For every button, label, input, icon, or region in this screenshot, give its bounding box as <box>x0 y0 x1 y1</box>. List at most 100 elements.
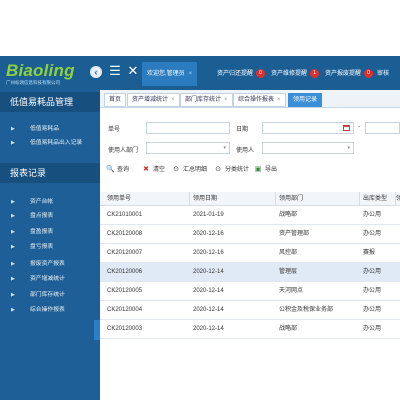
table-row[interactable]: CK20120008 2020-12-16 资产管理部 办公用 <box>100 225 400 244</box>
sidebar-item-consumables-log[interactable]: ▶ 低值易耗品出入记录 <box>0 136 100 150</box>
nav-tab-label: 审核 <box>377 71 390 77</box>
nav-tab-label: 资产维修提醒 <box>271 71 308 77</box>
cell-dept: 天河网点 <box>279 288 304 294</box>
search-icon: 🔍 <box>106 166 115 173</box>
chevron-down-icon: ▾ <box>347 145 350 151</box>
export-button[interactable]: ▣ 导出 <box>254 164 277 176</box>
sidebar-item-label: 盘点报表 <box>30 213 54 219</box>
nav-tab-return-reminder[interactable]: 资产归还提醒 0 <box>212 62 270 86</box>
cell-dept: 管理层 <box>279 269 298 275</box>
summary-detail-button[interactable]: ⊙ 汇总明细 <box>172 164 207 176</box>
close-icon[interactable]: × <box>224 97 228 103</box>
close-icon[interactable]: × <box>189 71 193 77</box>
export-label: 导出 <box>265 167 278 173</box>
cell-order-no: CK20120008 <box>107 231 143 237</box>
close-icon[interactable]: ✕ <box>126 64 140 78</box>
cell-dept: 公积金及税保业务部 <box>279 307 334 313</box>
arrow-right-icon: ▶ <box>11 307 15 313</box>
nav-tab-label: 资产归还提醒 <box>217 71 254 77</box>
order-no-input[interactable] <box>146 122 230 134</box>
arrow-right-icon: ▶ <box>11 199 15 205</box>
tab-home[interactable]: 首页 <box>104 93 127 107</box>
col-header-out-type[interactable]: 出库类型 <box>360 192 396 206</box>
arrow-right-icon: ▶ <box>11 292 15 298</box>
cell-order-no: CK20120005 <box>107 288 143 294</box>
sidebar-item-inventory-report[interactable]: ▶ 盘点报表 <box>0 209 100 223</box>
export-icon: ▣ <box>254 166 262 173</box>
sidebar-item-dept-stock-stats[interactable]: ▶ 部门库存统计 <box>0 288 100 302</box>
cell-dept: 战略部 <box>279 212 298 218</box>
arrow-right-icon: ▶ <box>11 140 15 146</box>
nav-tab-scrap-reminder[interactable]: 资产报废提醒 0 <box>320 62 378 86</box>
nav-tab-welcome[interactable]: 欢迎您,管理员 × <box>142 62 198 86</box>
tab-label: 领用记录 <box>293 97 318 103</box>
table-row[interactable]: CK21010001 2021-01-19 战略部 办公用 <box>100 206 400 225</box>
sidebar-item-label: 低值易耗品 <box>30 126 59 132</box>
sidebar-item-asset-change-stats[interactable]: ▶ 资产增减统计 <box>0 272 100 286</box>
clear-button[interactable]: ✖ 清空 <box>142 164 165 176</box>
sidebar-item-label: 资产台帐 <box>30 199 54 205</box>
date-start-input[interactable] <box>262 122 354 134</box>
close-icon[interactable]: × <box>171 97 175 103</box>
tab-label: 首页 <box>109 97 122 103</box>
logo-subtitle: 广州标领信息科技有限公司 <box>6 80 60 85</box>
category-stats-button[interactable]: ⊙ 分类统计 <box>214 164 249 176</box>
cell-out-type: 办公用 <box>363 212 382 218</box>
cell-order-no: CK20120006 <box>107 269 143 275</box>
nav-tab-label: 欢迎您,管理员 <box>147 71 185 77</box>
cell-out-type: 办公用 <box>363 231 382 237</box>
clear-icon: ✖ <box>143 166 149 173</box>
sidebar-item-asset-ledger[interactable]: ▶ 资产台帐 <box>0 195 100 209</box>
calendar-icon[interactable] <box>343 125 350 131</box>
tab-operations-report[interactable]: 综合操作报表 × <box>233 93 286 107</box>
cell-order-no: CK20120003 <box>107 326 143 332</box>
date-end-input[interactable] <box>365 122 400 134</box>
query-button[interactable]: 🔍 查询 <box>106 164 129 176</box>
nav-tab-label: 资产报废提醒 <box>325 71 362 77</box>
summary-label: 汇总明细 <box>183 167 208 173</box>
nav-tab-audit[interactable]: 审核 <box>372 62 394 86</box>
logo-text: Biaoling <box>6 61 75 80</box>
tab-label: 资产增减统计 <box>132 97 169 103</box>
sidebar-item-label: 部门库存统计 <box>30 292 65 298</box>
table-row[interactable]: CK20120004 2020-12-14 公积金及税保业务部 办公用 <box>100 301 400 320</box>
sidebar-item-label: 低值易耗品出入记录 <box>30 140 83 146</box>
sidebar-item-scrap-report[interactable]: ▶ 报废资产报表 <box>0 257 100 271</box>
logo: Biaoling 广州标领信息科技有限公司 <box>6 61 86 85</box>
sidebar-item-consumables[interactable]: ▶ 低值易耗品 <box>0 122 100 136</box>
close-icon[interactable]: × <box>277 97 281 103</box>
sidebar-item-label: 报废资产报表 <box>30 261 65 267</box>
menu-icon[interactable]: ☰ <box>108 64 122 78</box>
table-row[interactable]: CK20120003 2020-12-14 战略部 办公用 <box>100 320 400 339</box>
table-row[interactable]: CK20120007 2020-12-16 风控部 赛报 <box>100 244 400 263</box>
col-header-date[interactable]: 领用日期 <box>190 192 276 206</box>
back-icon[interactable]: ‹ <box>90 66 102 78</box>
col-header-next[interactable]: 领 <box>396 192 400 206</box>
col-header-order-no[interactable]: 领用单号 <box>104 192 190 206</box>
sidebar-item-operations-report[interactable]: ▶ 综合操作报表 <box>0 303 100 317</box>
sidebar-item-loss-report[interactable]: ▶ 盘亏报表 <box>0 240 100 254</box>
tab-usage-records[interactable]: 领用记录 <box>288 93 323 107</box>
tab-asset-change-stats[interactable]: 资产增减统计 × <box>127 93 180 107</box>
table-row-selected[interactable]: CK20120006 2020-12-14 管理层 办公用 <box>100 263 400 282</box>
query-label: 查询 <box>117 167 130 173</box>
nav-tab-repair-reminder[interactable]: 资产维修提醒 1 <box>266 62 324 86</box>
sidebar-item-label: 综合操作报表 <box>30 307 65 313</box>
sidebar-section-reports[interactable]: 报表记录 <box>0 163 100 183</box>
arrow-right-icon: ▶ <box>11 229 15 235</box>
category-icon: ⊙ <box>215 166 221 173</box>
arrow-right-icon: ▶ <box>11 126 15 132</box>
col-header-dept[interactable]: 领用部门 <box>276 192 360 206</box>
cell-out-type: 赛报 <box>363 250 376 256</box>
cell-date: 2020-12-14 <box>193 307 224 313</box>
date-label: 日期 <box>236 127 249 133</box>
user-select[interactable]: ▾ <box>262 142 354 154</box>
category-label: 分类统计 <box>225 167 250 173</box>
arrow-right-icon: ▶ <box>11 213 15 219</box>
dept-select[interactable]: ▾ <box>146 142 230 154</box>
sidebar-item-surplus-report[interactable]: ▶ 盘盈报表 <box>0 225 100 239</box>
arrow-right-icon: ▶ <box>11 276 15 282</box>
sidebar-section-consumables[interactable]: 低值易耗品管理 <box>0 92 100 112</box>
tab-dept-stock-stats[interactable]: 部门库存统计 × <box>180 93 233 107</box>
table-row[interactable]: CK20120005 2020-12-14 天河网点 办公用 <box>100 282 400 301</box>
